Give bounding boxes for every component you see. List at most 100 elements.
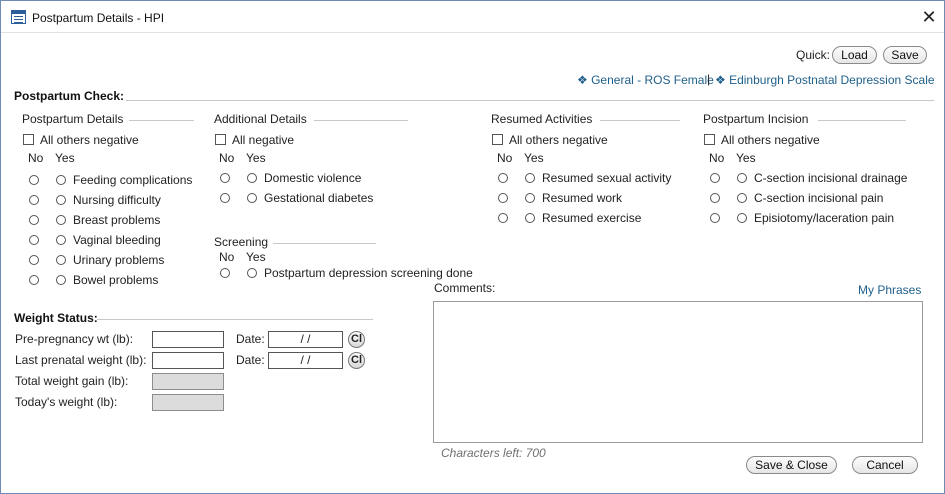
- yes-radio[interactable]: [525, 193, 535, 203]
- finding-label: C-section incisional drainage: [754, 171, 908, 185]
- clear-date-button[interactable]: Cl: [348, 331, 365, 348]
- cancel-button[interactable]: Cancel: [852, 456, 918, 474]
- yes-radio[interactable]: [56, 215, 66, 225]
- no-radio[interactable]: [710, 213, 720, 223]
- additional-details-title: Additional Details: [214, 112, 307, 126]
- no-radio[interactable]: [710, 193, 720, 203]
- comments-label: Comments:: [434, 281, 496, 295]
- title-bar: Postpartum Details - HPI ✕: [1, 1, 944, 33]
- yes-column-label: Yes: [246, 151, 266, 165]
- no-radio[interactable]: [29, 175, 39, 185]
- finding-label: Bowel problems: [73, 273, 159, 287]
- save-and-close-button[interactable]: Save & Close: [746, 456, 837, 474]
- yes-radio[interactable]: [56, 175, 66, 185]
- yes-column-label: Yes: [736, 151, 756, 165]
- resumed-activities-title: Resumed Activities: [491, 112, 593, 126]
- yes-radio[interactable]: [247, 193, 257, 203]
- finding-label: Episiotomy/laceration pain: [754, 211, 895, 225]
- all-others-negative-checkbox[interactable]: [704, 134, 715, 145]
- no-radio[interactable]: [220, 173, 230, 183]
- postpartum-incision-title: Postpartum Incision: [703, 112, 809, 126]
- comments-textarea[interactable]: [433, 301, 923, 443]
- weight-status-title: Weight Status:: [14, 311, 98, 325]
- all-others-negative-checkbox[interactable]: [23, 134, 34, 145]
- no-radio[interactable]: [220, 193, 230, 203]
- yes-radio[interactable]: [247, 268, 257, 278]
- divider: [273, 243, 376, 244]
- no-radio[interactable]: [29, 255, 39, 265]
- total-weight-gain-field: [152, 373, 224, 390]
- divider: [314, 120, 408, 121]
- total-weight-gain-label: Total weight gain (lb):: [15, 374, 129, 388]
- no-column-label: No: [28, 151, 44, 165]
- pre-pregnancy-date-input[interactable]: / /: [268, 331, 343, 348]
- yes-radio[interactable]: [56, 275, 66, 285]
- finding-label: Nursing difficulty: [73, 193, 161, 207]
- yes-radio[interactable]: [737, 173, 747, 183]
- characters-left: Characters left: 700: [441, 446, 546, 460]
- quick-label: Quick:: [796, 48, 831, 62]
- divider: [818, 120, 906, 121]
- clear-date-button[interactable]: Cl: [348, 352, 365, 369]
- no-column-label: No: [497, 151, 513, 165]
- last-prenatal-weight-input[interactable]: [152, 352, 224, 369]
- screening-title: Screening: [214, 235, 269, 249]
- no-radio[interactable]: [29, 215, 39, 225]
- no-radio[interactable]: [220, 268, 230, 278]
- link-separator: |: [707, 72, 711, 86]
- yes-radio[interactable]: [56, 255, 66, 265]
- no-radio[interactable]: [498, 173, 508, 183]
- no-radio[interactable]: [498, 193, 508, 203]
- last-prenatal-weight-label: Last prenatal weight (lb):: [15, 353, 147, 367]
- no-radio[interactable]: [29, 195, 39, 205]
- yes-radio[interactable]: [525, 173, 535, 183]
- finding-label: Urinary problems: [73, 253, 165, 267]
- yes-column-label: Yes: [524, 151, 544, 165]
- yes-column-label: Yes: [55, 151, 75, 165]
- yes-radio[interactable]: [737, 193, 747, 203]
- finding-label: Feeding complications: [73, 173, 193, 187]
- yes-column-label: Yes: [246, 250, 266, 264]
- finding-label: Postpartum depression screening done: [264, 266, 473, 280]
- close-icon[interactable]: ✕: [917, 5, 941, 29]
- all-negative-label: All negative: [232, 133, 295, 147]
- pre-pregnancy-weight-input[interactable]: [152, 331, 224, 348]
- date-label: Date:: [236, 332, 265, 346]
- finding-label: Resumed work: [542, 191, 623, 205]
- divider: [126, 100, 934, 101]
- postpartum-details-title: Postpartum Details: [22, 112, 124, 126]
- postpartum-check-title: Postpartum Check:: [14, 89, 125, 103]
- divider: [600, 120, 680, 121]
- finding-label: C-section incisional pain: [754, 191, 884, 205]
- finding-label: Vaginal bleeding: [73, 233, 161, 247]
- all-negative-checkbox[interactable]: [215, 134, 226, 145]
- table-icon: [11, 10, 26, 24]
- all-others-negative-label: All others negative: [40, 133, 139, 147]
- yes-radio[interactable]: [525, 213, 535, 223]
- date-label: Date:: [236, 353, 265, 367]
- edinburgh-scale-link[interactable]: ❖ Edinburgh Postnatal Depression Scale: [715, 73, 935, 87]
- no-column-label: No: [709, 151, 725, 165]
- yes-radio[interactable]: [247, 173, 257, 183]
- divider: [97, 319, 373, 320]
- yes-radio[interactable]: [56, 235, 66, 245]
- finding-label: Breast problems: [73, 213, 161, 227]
- yes-radio[interactable]: [737, 213, 747, 223]
- pre-pregnancy-weight-label: Pre-pregnancy wt (lb):: [15, 332, 134, 346]
- no-radio[interactable]: [498, 213, 508, 223]
- all-others-negative-checkbox[interactable]: [492, 134, 503, 145]
- no-column-label: No: [219, 151, 235, 165]
- finding-label: Resumed exercise: [542, 211, 642, 225]
- no-radio[interactable]: [29, 275, 39, 285]
- yes-radio[interactable]: [56, 195, 66, 205]
- no-radio[interactable]: [29, 235, 39, 245]
- my-phrases-link[interactable]: My Phrases: [858, 283, 921, 297]
- no-radio[interactable]: [710, 173, 720, 183]
- load-button[interactable]: Load: [832, 46, 877, 64]
- save-button[interactable]: Save: [883, 46, 927, 64]
- all-others-negative-label: All others negative: [721, 133, 820, 147]
- finding-label: Gestational diabetes: [264, 191, 374, 205]
- todays-weight-label: Today's weight (lb):: [15, 395, 118, 409]
- general-ros-female-link[interactable]: ❖ General - ROS Female: [577, 73, 714, 87]
- last-prenatal-date-input[interactable]: / /: [268, 352, 343, 369]
